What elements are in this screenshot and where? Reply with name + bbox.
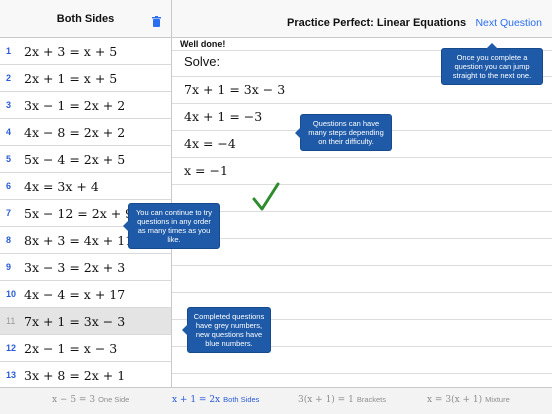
main-header: Practice Perfect: Linear Equations Next … [172, 0, 552, 38]
question-number: 1 [6, 46, 12, 56]
question-equation: 4x = 3x + 4 [24, 178, 99, 194]
divider [172, 184, 552, 185]
tab-one-side[interactable]: x − 5 = 3 One Side [52, 395, 129, 405]
tab-both-sides[interactable]: x + 1 = 2x Both Sides [172, 395, 259, 405]
divider [172, 265, 552, 266]
question-equation: 5x − 4 = 2x + 5 [24, 151, 126, 167]
tooltip-colors: Completed questions have grey numbers, n… [182, 307, 271, 353]
step-3: 4x = −4 [184, 136, 236, 151]
question-row[interactable]: 4 4x − 8 = 2x + 2 [0, 119, 171, 146]
step-1: 7x + 1 = 3x − 3 [184, 82, 286, 97]
tab-label: One Side [98, 395, 130, 404]
question-row[interactable]: 12 2x − 1 = x − 3 [0, 335, 171, 362]
question-equation: 2x + 3 = x + 5 [24, 43, 118, 59]
step-4: x = −1 [184, 163, 228, 178]
tooltip-steps: Questions can have many steps depending … [295, 114, 392, 151]
tab-brackets[interactable]: 3(x + 1) = 1 Brackets [298, 395, 386, 405]
tab-math: 3(x + 1) = 1 [298, 395, 354, 405]
question-number: 2 [6, 73, 12, 83]
question-equation: 3x − 1 = 2x + 2 [24, 97, 126, 113]
question-number: 6 [6, 181, 12, 191]
question-row[interactable]: 11 7x + 1 = 3x − 3 [0, 308, 171, 335]
question-row[interactable]: 3 3x − 1 = 2x + 2 [0, 92, 171, 119]
question-number: 9 [6, 262, 12, 272]
question-row[interactable]: 10 4x − 4 = x + 17 [0, 281, 171, 308]
question-number: 4 [6, 127, 12, 137]
question-equation: 2x + 1 = x + 5 [24, 70, 118, 86]
feedback-text: Well done! [180, 39, 226, 49]
tab-mixture[interactable]: x = 3(x + 1) Mixture [427, 395, 510, 405]
question-row[interactable]: 1 2x + 3 = x + 5 [0, 38, 171, 65]
divider [172, 211, 552, 212]
question-number: 8 [6, 235, 12, 245]
question-equation: 3x − 3 = 2x + 3 [24, 259, 126, 275]
tab-label: Mixture [485, 395, 510, 404]
question-number: 5 [6, 154, 12, 164]
question-row[interactable]: 2 2x + 1 = x + 5 [0, 65, 171, 92]
question-number: 7 [6, 208, 12, 218]
question-number: 3 [6, 100, 12, 110]
sidebar-title: Both Sides [56, 12, 115, 25]
question-number: 13 [6, 370, 17, 380]
question-number: 11 [6, 316, 16, 326]
question-equation: 7x + 1 = 3x − 3 [24, 313, 126, 329]
divider [172, 292, 552, 293]
page-title: Practice Perfect: Linear Equations [287, 17, 467, 29]
question-equation: 3x + 8 = 2x + 1 [24, 367, 126, 383]
question-number: 12 [6, 343, 17, 353]
tab-label: Both Sides [223, 395, 260, 404]
step-2: 4x + 1 = −3 [184, 109, 263, 124]
question-row[interactable]: 6 4x = 3x + 4 [0, 173, 171, 200]
solve-label: Solve: [184, 54, 221, 69]
divider [172, 103, 552, 104]
tab-math: x = 3(x + 1) [427, 395, 483, 405]
question-row[interactable]: 9 3x − 3 = 2x + 3 [0, 254, 171, 281]
tab-bar: x − 5 = 3 One Side x + 1 = 2x Both Sides 3… [0, 387, 552, 414]
divider [172, 238, 552, 239]
question-equation: 2x − 1 = x − 3 [24, 340, 118, 356]
tab-math: x + 1 = 2x [172, 395, 221, 405]
question-equation: 4x − 4 = x + 17 [24, 286, 126, 302]
question-number: 10 [6, 289, 17, 299]
trash-icon[interactable] [152, 16, 161, 27]
tab-math: x − 5 = 3 [52, 395, 96, 405]
question-equation: 8x + 3 = 4x + 11 [24, 232, 134, 248]
question-row[interactable]: 13 3x + 8 = 2x + 1 [0, 362, 171, 389]
tab-label: Brackets [356, 395, 386, 404]
question-row[interactable]: 5 5x − 4 = 2x + 5 [0, 146, 171, 173]
divider [172, 373, 552, 374]
divider [172, 157, 552, 158]
question-equation: 5x − 12 = 2x + 9 [24, 205, 134, 221]
next-question-button[interactable]: Next Question [475, 17, 542, 29]
question-equation: 4x − 8 = 2x + 2 [24, 124, 126, 140]
tooltip-order: You can continue to try questions in any… [123, 203, 220, 249]
checkmark-icon [252, 182, 280, 211]
question-sidebar: Both Sides 1 2x + 3 = x + 5 2 2x + 1 = x + … [0, 0, 172, 389]
tooltip-next-question: Once you complete a question you can jum… [441, 43, 543, 85]
sidebar-header: Both Sides [0, 0, 171, 38]
